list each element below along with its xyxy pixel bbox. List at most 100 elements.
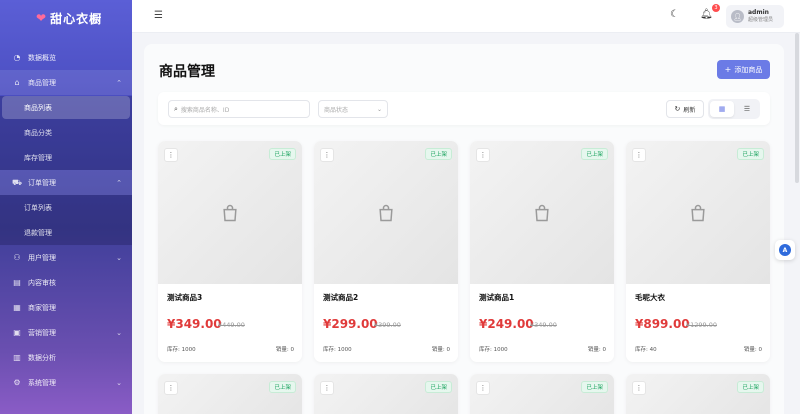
user-role: 超级管理员 [748, 17, 774, 23]
product-image-placeholder [314, 141, 458, 284]
product-image-placeholder [626, 374, 770, 414]
sidebar: ❤ 甜心衣橱 ◔ 数据概览 ⌂ 商品管理 ⌃ 商品列表 商品分类 库存管理 ⛟ … [0, 0, 132, 414]
sidebar-item-label: 内容审核 [28, 278, 56, 287]
product-price: ¥349.00 [167, 317, 222, 331]
product-sales: 销量: 0 [587, 347, 606, 353]
sidebar-item-orders[interactable]: ⛟ 订单管理 ⌃ [0, 170, 132, 195]
product-sales: 销量: 0 [431, 347, 450, 353]
store-icon: ▦ [13, 303, 21, 312]
sidebar-item-product-category[interactable]: 商品分类 [0, 120, 132, 145]
product-sales: 销量: 0 [275, 347, 294, 353]
product-original-price: ¥449.00 [218, 321, 245, 329]
shopping-bag-icon [223, 204, 237, 221]
chevron-down-icon: ⌄ [116, 378, 122, 387]
status-placeholder: 商品状态 [324, 106, 349, 114]
status-select[interactable]: 商品状态 ⌄ [318, 100, 388, 118]
product-original-price: ¥349.00 [530, 321, 557, 329]
product-image-placeholder [158, 374, 302, 414]
more-options-icon[interactable]: ⋮ [164, 381, 178, 395]
view-toggle: ▦ ☰ [708, 99, 760, 119]
product-price: ¥249.00 [479, 317, 534, 331]
product-image-placeholder [626, 141, 770, 284]
sidebar-item-label: 系统管理 [28, 378, 56, 387]
more-options-icon[interactable]: ⋮ [632, 381, 646, 395]
orders-submenu: 订单列表 退款管理 [0, 195, 132, 245]
notification-badge: 3 [712, 4, 720, 12]
plus-icon: + [724, 65, 732, 74]
chart-icon: ▥ [13, 353, 21, 362]
sidebar-item-order-list[interactable]: 订单列表 [0, 195, 132, 220]
floating-assistant-button[interactable]: A [775, 240, 795, 260]
product-image-placeholder [470, 374, 614, 414]
cart-icon: ⛟ [11, 177, 23, 187]
grid-view-icon[interactable]: ▦ [710, 101, 734, 117]
sidebar-item-system[interactable]: ⚙ 系统管理 ⌄ [0, 370, 132, 395]
more-options-icon[interactable]: ⋮ [476, 148, 490, 162]
refresh-button[interactable]: ↻ 刷新 [666, 100, 704, 118]
product-original-price: ¥1299.00 [686, 321, 718, 329]
more-options-icon[interactable]: ⋮ [164, 148, 178, 162]
sidebar-item-products[interactable]: ⌂ 商品管理 ⌃ [0, 70, 132, 95]
add-product-button[interactable]: + 添加商品 [717, 60, 770, 79]
product-card[interactable]: ⋮ 已上架 测试商品1 ¥249.00 ¥349.00 库存: 1000 销量:… [470, 141, 614, 362]
more-options-icon[interactable]: ⋮ [320, 381, 334, 395]
product-card[interactable]: ⋮ 已上架 毛呢大衣 ¥899.00 ¥1299.00 库存: 40 销量: 0 [626, 141, 770, 362]
shopping-bag-icon [535, 204, 549, 221]
sidebar-item-label: 商家管理 [28, 303, 56, 312]
more-options-icon[interactable]: ⋮ [476, 381, 490, 395]
status-badge: 已上架 [425, 148, 452, 160]
scrollbar[interactable] [795, 33, 799, 183]
user-icon: ⚇ [13, 253, 21, 262]
status-badge: 已上架 [737, 381, 764, 393]
product-card[interactable]: ⋮ 已上架 [470, 374, 614, 414]
sidebar-item-dashboard[interactable]: ◔ 数据概览 [0, 45, 132, 70]
sidebar-item-product-list[interactable]: 商品列表 [2, 96, 130, 119]
product-name: 测试商品3 [167, 293, 203, 302]
search-input[interactable]: ⌕ 搜索商品名称、ID [168, 100, 310, 118]
sidebar-item-analytics[interactable]: ▥ 数据分析 [0, 345, 132, 370]
shop-icon: ⌂ [14, 78, 20, 87]
status-badge: 已上架 [581, 148, 608, 160]
sidebar-item-inventory[interactable]: 库存管理 [0, 145, 132, 170]
menu-toggle-icon[interactable]: ☰ [154, 10, 163, 21]
avatar: 👤︎ [731, 10, 744, 23]
gear-icon: ⚙ [13, 378, 21, 387]
sidebar-item-marketing[interactable]: ▣ 营销管理 ⌄ [0, 320, 132, 345]
document-icon: ▤ [13, 278, 21, 287]
product-sales: 销量: 0 [743, 347, 762, 353]
product-stock: 库存: 1000 [479, 347, 508, 353]
sidebar-item-users[interactable]: ⚇ 用户管理 ⌄ [0, 245, 132, 270]
product-name: 测试商品1 [479, 293, 515, 302]
status-badge: 已上架 [269, 381, 296, 393]
sidebar-item-merchants[interactable]: ▦ 商家管理 [0, 295, 132, 320]
bell-icon[interactable]: 🔔︎ [700, 9, 713, 20]
product-card[interactable]: ⋮ 已上架 [158, 374, 302, 414]
sidebar-item-label: 数据分析 [28, 353, 56, 362]
refresh-icon: ↻ [674, 105, 681, 113]
more-options-icon[interactable]: ⋮ [320, 148, 334, 162]
product-card[interactable]: ⋮ 已上架 [626, 374, 770, 414]
chevron-down-icon: ⌄ [376, 105, 382, 113]
moon-icon[interactable]: ☾ [670, 9, 679, 20]
status-badge: 已上架 [581, 381, 608, 393]
chevron-down-icon: ⌄ [116, 328, 122, 337]
product-card[interactable]: ⋮ 已上架 测试商品3 ¥349.00 ¥449.00 库存: 1000 销量:… [158, 141, 302, 362]
assistant-icon: A [779, 244, 791, 256]
product-stock: 库存: 40 [635, 347, 657, 353]
filter-bar: ⌕ 搜索商品名称、ID 商品状态 ⌄ ↻ 刷新 ▦ ☰ [158, 92, 770, 125]
product-card[interactable]: ⋮ 已上架 测试商品2 ¥299.00 ¥399.00 库存: 1000 销量:… [314, 141, 458, 362]
sidebar-item-label: 营销管理 [28, 328, 56, 337]
product-image-placeholder [158, 141, 302, 284]
user-menu[interactable]: 👤︎ admin 超级管理员 [726, 5, 784, 28]
sidebar-item-refunds[interactable]: 退款管理 [0, 220, 132, 245]
list-view-icon[interactable]: ☰ [736, 101, 758, 117]
product-card[interactable]: ⋮ 已上架 [314, 374, 458, 414]
add-product-label: 添加商品 [734, 65, 763, 74]
sidebar-item-content-review[interactable]: ▤ 内容审核 [0, 270, 132, 295]
app-logo[interactable]: ❤ 甜心衣橱 [0, 0, 132, 36]
app-title: 甜心衣橱 [50, 11, 103, 26]
more-options-icon[interactable]: ⋮ [632, 148, 646, 162]
chevron-down-icon: ⌄ [116, 253, 122, 262]
chevron-up-icon: ⌃ [116, 178, 122, 187]
heart-icon: ❤ [36, 11, 48, 25]
